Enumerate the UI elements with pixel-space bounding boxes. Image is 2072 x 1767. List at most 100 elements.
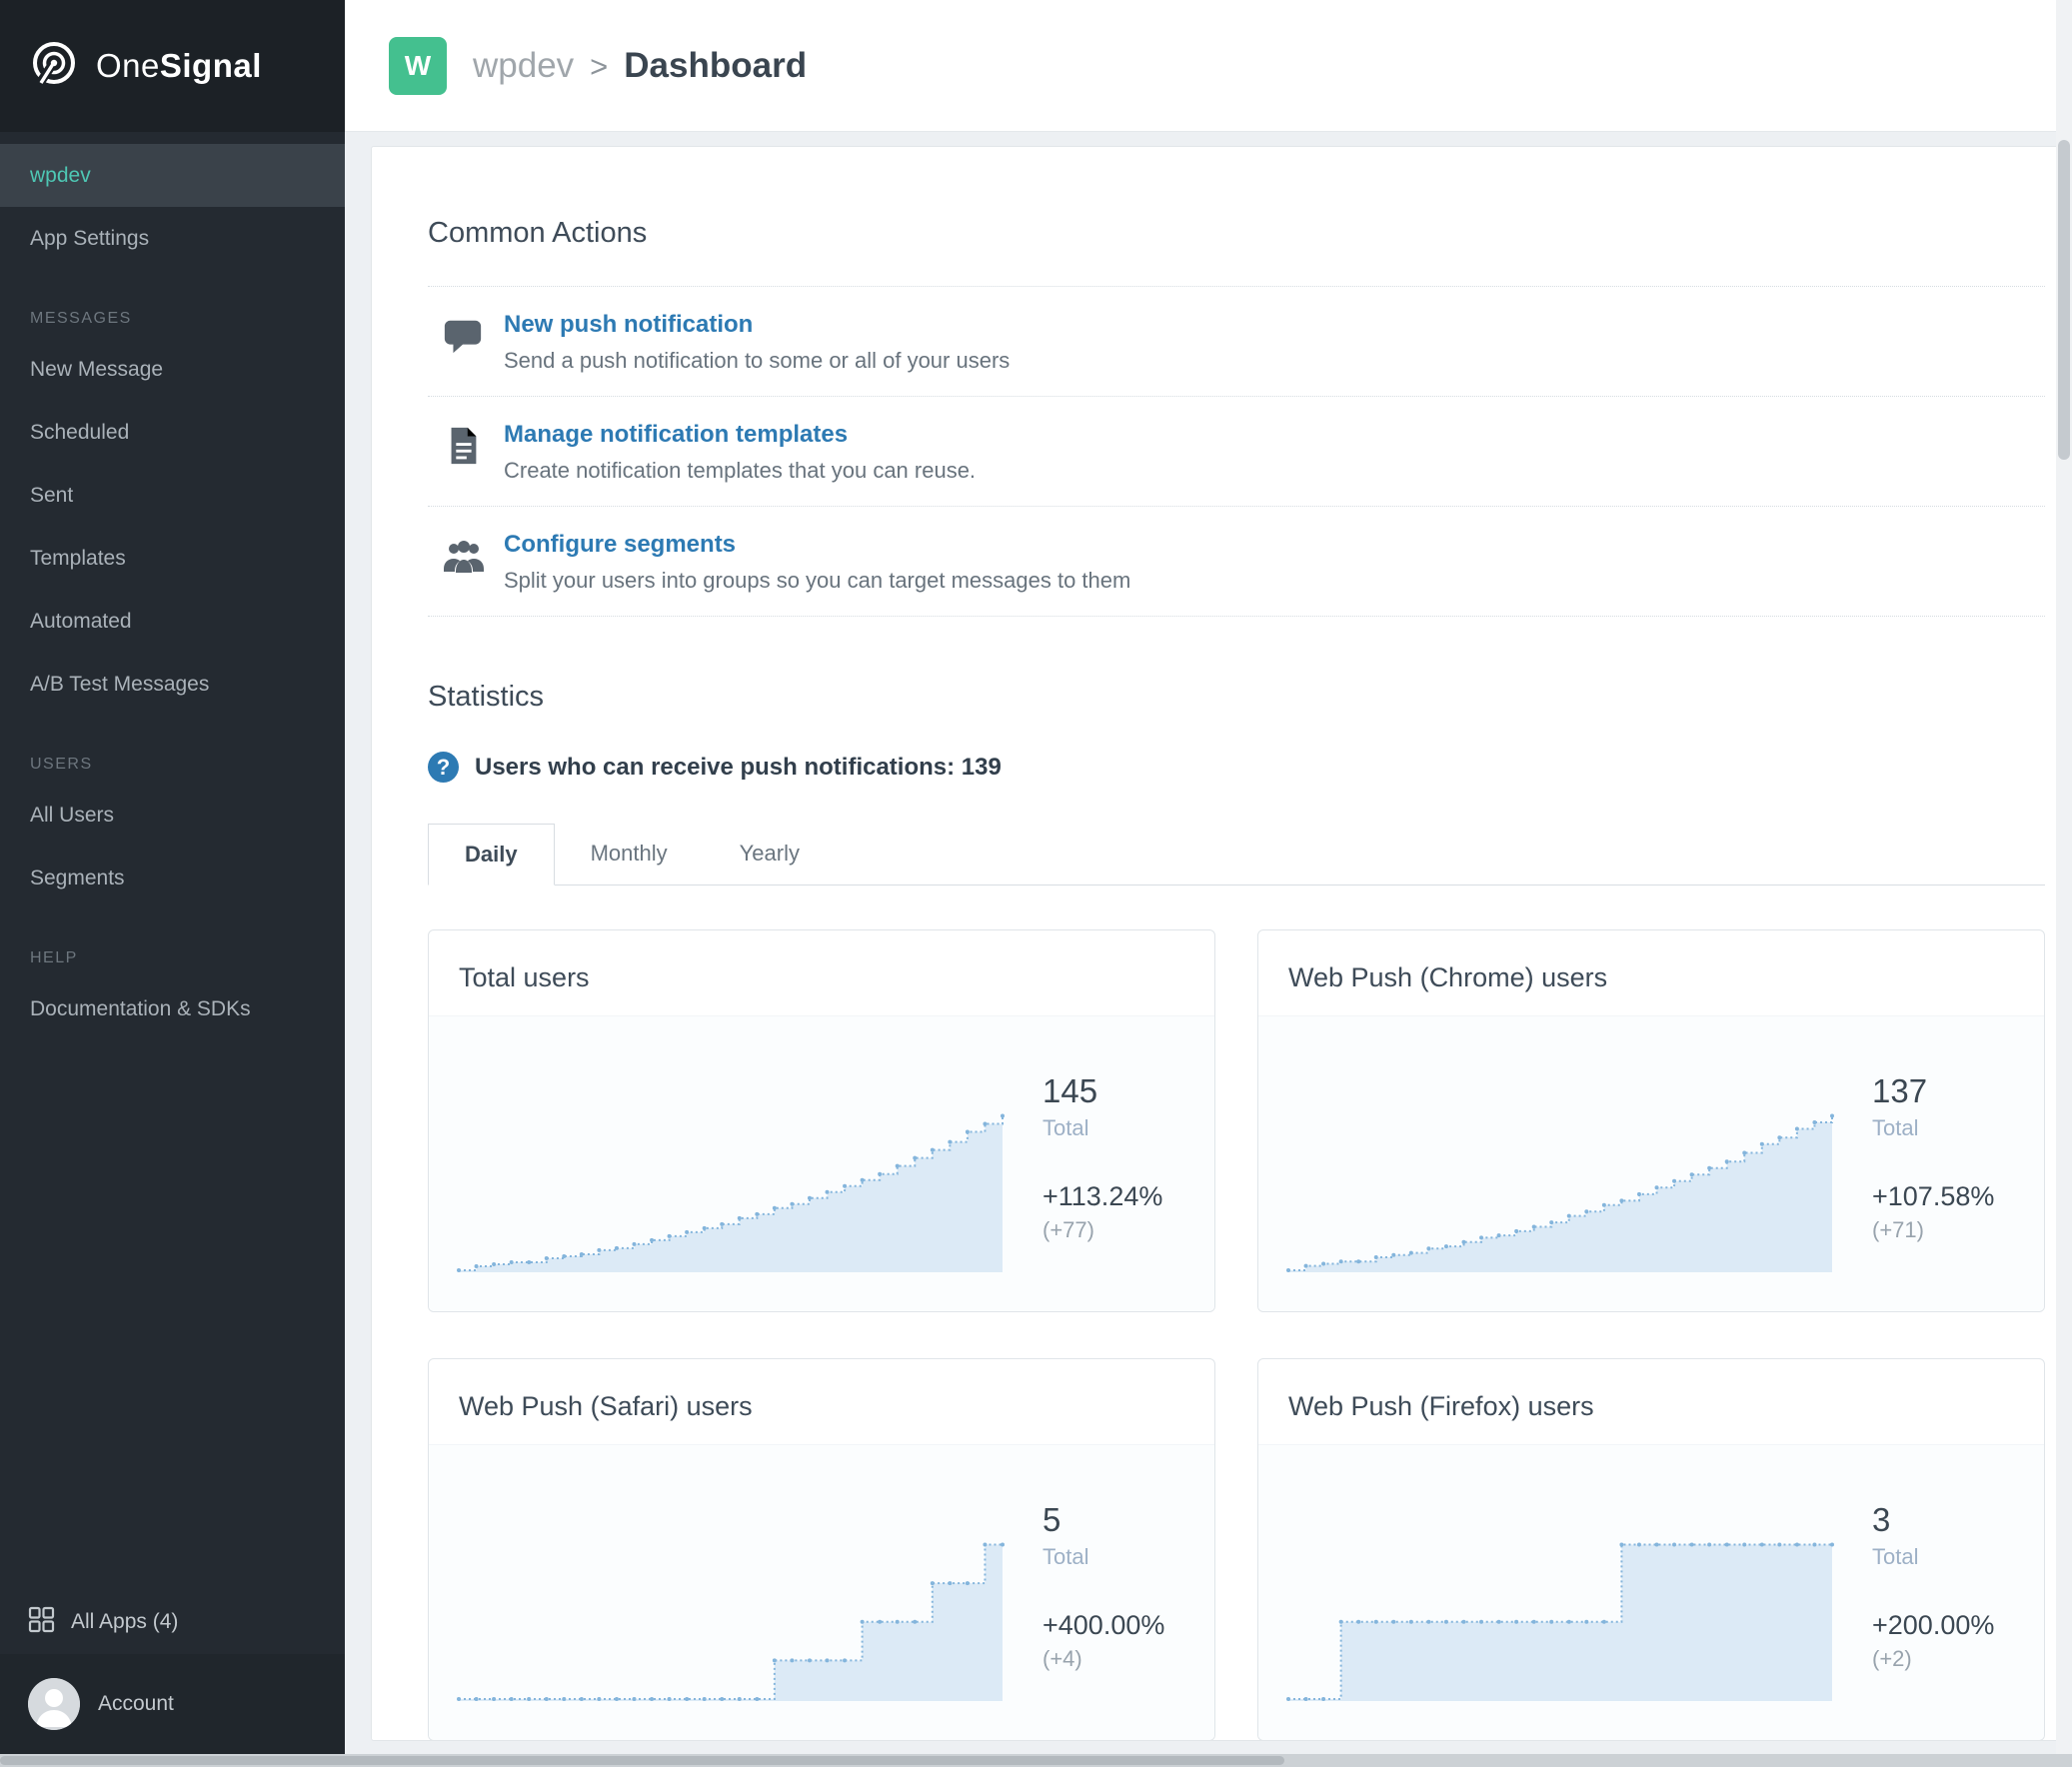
- total-label: Total: [1042, 1115, 1089, 1140]
- content-area: Common Actions New push notification Sen…: [345, 132, 2072, 1767]
- total-value: 145: [1042, 1072, 1098, 1109]
- sidebar-item-new-message[interactable]: New Message: [0, 338, 345, 401]
- configure-segments-desc: Split your users into groups so you can …: [504, 568, 1131, 593]
- action-text: Configure segments Split your users into…: [504, 531, 1130, 594]
- common-actions-title: Common Actions: [428, 217, 648, 249]
- sidebar-item-sent[interactable]: Sent: [0, 464, 345, 527]
- common-actions-list: New push notification Send a push notifi…: [428, 286, 2045, 617]
- change-percent: +113.24%: [1042, 1181, 1163, 1211]
- breadcrumb-app-link[interactable]: wpdev: [473, 46, 574, 86]
- brand-header[interactable]: OneSignal: [0, 0, 345, 132]
- tab-daily[interactable]: Daily: [428, 824, 555, 885]
- horizontal-scrollbar[interactable]: [0, 1754, 2072, 1767]
- dashboard-panel: Common Actions New push notification Sen…: [371, 146, 2060, 1741]
- chrome-users-chart: [1284, 1098, 1836, 1273]
- card-body: 3 Total +200.00% (+2): [1258, 1444, 2044, 1740]
- onesignal-logo-icon: [28, 38, 80, 95]
- card-title: Web Push (Safari) users: [459, 1391, 753, 1421]
- tab-monthly[interactable]: Monthly: [555, 824, 704, 885]
- card-firefox-users: Web Push (Firefox) users 3 Total +200.00…: [1257, 1358, 2045, 1740]
- all-apps-label: All Apps (4): [71, 1610, 179, 1633]
- brand-name: OneSignal: [96, 47, 262, 84]
- main-area: W wpdev > Dashboard Common Actions New p…: [345, 0, 2072, 1767]
- card-total-users: Total users 145 Total +113.24% (+77): [428, 929, 1215, 1312]
- change-percent: +400.00%: [1042, 1610, 1165, 1640]
- action-row-manage-templates: Manage notification templates Create not…: [428, 397, 2045, 507]
- total-value: 3: [1872, 1501, 1891, 1538]
- account-button[interactable]: Account: [0, 1654, 345, 1754]
- action-text: Manage notification templates Create not…: [504, 421, 976, 484]
- card-title: Total users: [459, 962, 590, 992]
- all-apps-button[interactable]: All Apps (4): [0, 1590, 345, 1654]
- sidebar-bottom: All Apps (4) Account: [0, 1590, 345, 1767]
- account-label: Account: [98, 1692, 174, 1715]
- help-icon[interactable]: ?: [428, 752, 459, 783]
- speech-bubble-icon: [428, 311, 504, 357]
- app-badge[interactable]: W: [389, 36, 447, 95]
- breadcrumb-separator: >: [590, 48, 609, 84]
- document-icon: [428, 421, 504, 467]
- vertical-scrollbar[interactable]: [2056, 0, 2072, 1767]
- grid-icon: [28, 1606, 55, 1639]
- card-stats: 3 Total +200.00% (+2): [1836, 1445, 2044, 1740]
- card-stats: 145 Total +113.24% (+77): [1007, 1016, 1214, 1311]
- tab-yearly[interactable]: Yearly: [704, 824, 836, 885]
- topbar: W wpdev > Dashboard: [345, 0, 2072, 132]
- sidebar-nav: wpdev App Settings Messages New Message …: [0, 132, 345, 1040]
- new-push-notification-desc: Send a push notification to some or all …: [504, 348, 1011, 373]
- change-percent: +200.00%: [1872, 1610, 1995, 1640]
- push-users-line: ? Users who can receive push notificatio…: [428, 752, 2045, 783]
- card-title: Web Push (Firefox) users: [1288, 1391, 1594, 1421]
- avatar: [28, 1678, 80, 1730]
- new-push-notification-link[interactable]: New push notification: [504, 311, 1010, 339]
- sidebar-item-automated[interactable]: Automated: [0, 590, 345, 653]
- change-percent: +107.58%: [1872, 1181, 1995, 1211]
- total-value: 5: [1042, 1501, 1061, 1538]
- sidebar-item-segments[interactable]: Segments: [0, 847, 345, 909]
- sidebar-item-app-wpdev[interactable]: wpdev: [0, 144, 345, 207]
- vertical-scrollbar-thumb[interactable]: [2058, 140, 2070, 460]
- sidebar-item-ab-test-messages[interactable]: A/B Test Messages: [0, 653, 345, 716]
- card-body: 5 Total +400.00% (+4): [429, 1444, 1214, 1740]
- horizontal-scrollbar-thumb[interactable]: [0, 1756, 1285, 1765]
- total-users-chart: [455, 1098, 1007, 1273]
- sidebar-item-scheduled[interactable]: Scheduled: [0, 401, 345, 464]
- sidebar-section-messages: Messages: [30, 310, 132, 327]
- card-safari-users: Web Push (Safari) users 5 Total +400.00%…: [428, 1358, 1215, 1740]
- breadcrumb: wpdev > Dashboard: [473, 46, 807, 86]
- sidebar-item-templates[interactable]: Templates: [0, 527, 345, 590]
- total-value: 137: [1872, 1072, 1928, 1109]
- card-title: Web Push (Chrome) users: [1288, 962, 1608, 992]
- card-body: 145 Total +113.24% (+77): [429, 1015, 1214, 1311]
- app-window: OneSignal wpdev App Settings Messages Ne…: [0, 0, 2072, 1767]
- action-row-configure-segments: Configure segments Split your users into…: [428, 507, 2045, 617]
- card-body: 137 Total +107.58% (+71): [1258, 1015, 2044, 1311]
- change-delta: (+77): [1042, 1217, 1094, 1242]
- change-delta: (+2): [1872, 1646, 1912, 1671]
- action-row-new-push-notification: New push notification Send a push notifi…: [428, 287, 2045, 397]
- statistics-title: Statistics: [428, 681, 545, 713]
- total-label: Total: [1872, 1115, 1919, 1140]
- action-text: New push notification Send a push notifi…: [504, 311, 1010, 374]
- people-icon: [428, 531, 504, 579]
- firefox-users-chart: [1284, 1527, 1836, 1702]
- push-users-text: Users who can receive push notifications…: [475, 753, 1002, 781]
- configure-segments-link[interactable]: Configure segments: [504, 531, 1130, 559]
- card-stats: 5 Total +400.00% (+4): [1007, 1445, 1214, 1740]
- manage-templates-desc: Create notification templates that you c…: [504, 458, 977, 483]
- safari-users-chart: [455, 1527, 1007, 1702]
- card-stats: 137 Total +107.58% (+71): [1836, 1016, 2044, 1311]
- sidebar-section-help: Help: [30, 949, 78, 966]
- sidebar-item-all-users[interactable]: All Users: [0, 784, 345, 847]
- manage-templates-link[interactable]: Manage notification templates: [504, 421, 976, 449]
- page-title: Dashboard: [624, 45, 808, 85]
- change-delta: (+4): [1042, 1646, 1082, 1671]
- sidebar-item-app-settings[interactable]: App Settings: [0, 207, 345, 270]
- change-delta: (+71): [1872, 1217, 1924, 1242]
- total-label: Total: [1042, 1544, 1089, 1569]
- sidebar-item-documentation-sdks[interactable]: Documentation & SDKs: [0, 977, 345, 1040]
- total-label: Total: [1872, 1544, 1919, 1569]
- sidebar-section-users: Users: [30, 756, 93, 773]
- sidebar: OneSignal wpdev App Settings Messages Ne…: [0, 0, 345, 1767]
- stats-cards-grid: Total users 145 Total +113.24% (+77) Web…: [428, 929, 2045, 1740]
